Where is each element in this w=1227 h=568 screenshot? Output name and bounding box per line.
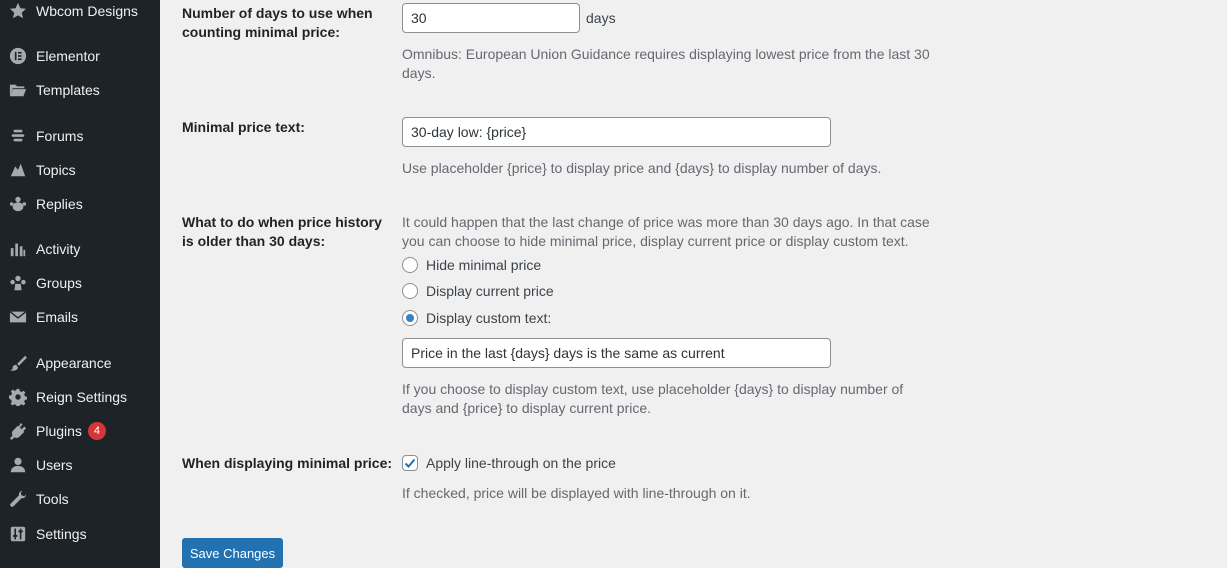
radio-hide-minimal-price[interactable]: Hide minimal price: [402, 255, 541, 275]
sidebar-item-label: Plugins: [36, 423, 82, 439]
line-through-checkbox[interactable]: [402, 455, 418, 471]
groups-icon: [8, 273, 28, 293]
gear-icon: [8, 387, 28, 407]
activity-icon: [8, 239, 28, 259]
user-icon: [8, 455, 28, 475]
wrench-icon: [8, 489, 28, 509]
sidebar-item-label: Replies: [36, 196, 83, 212]
sidebar-item-groups[interactable]: Groups: [0, 266, 160, 300]
star-icon: [8, 1, 28, 21]
line-through-description: If checked, price will be displayed with…: [402, 485, 751, 501]
radio-label: Hide minimal price: [426, 257, 542, 273]
sidebar-item-label: Forums: [36, 128, 84, 144]
sidebar-item-reign-settings[interactable]: Reign Settings: [0, 380, 160, 414]
line-through-label: When displaying minimal price:: [182, 455, 393, 471]
sidebar-item-label: Tools: [36, 491, 69, 507]
days-description: Omnibus: European Union Guidance require…: [402, 46, 930, 81]
sidebar-item-label: Emails: [36, 309, 79, 325]
sidebar-item-forums[interactable]: Forums: [0, 119, 160, 153]
sidebar-item-wbcom-designs[interactable]: Wbcom Designs: [0, 0, 160, 28]
sidebar-item-activity[interactable]: Activity: [0, 232, 160, 266]
checkmark-icon: [404, 458, 416, 468]
days-input[interactable]: [402, 3, 580, 33]
sidebar-item-label: Topics: [36, 162, 76, 178]
sidebar-item-users[interactable]: Users: [0, 448, 160, 482]
days-unit: days: [586, 10, 616, 26]
sidebar-item-label: Elementor: [36, 48, 100, 64]
sidebar-item-label: Wbcom Designs: [36, 3, 138, 19]
sidebar-item-elementor[interactable]: Elementor: [0, 39, 160, 73]
days-label: Number of days to use when counting mini…: [182, 5, 373, 40]
sidebar-item-label: Settings: [36, 526, 87, 542]
sidebar-item-label: Templates: [36, 82, 100, 98]
brush-icon: [8, 353, 28, 373]
sidebar-item-label: Activity: [36, 241, 81, 257]
radio-label: Display custom text:: [426, 310, 552, 326]
older-history-description: It could happen that the last change of …: [402, 214, 930, 249]
radio-button[interactable]: [402, 257, 418, 273]
checkbox-label: Apply line-through on the price: [426, 455, 616, 471]
sidebar-item-label: Groups: [36, 275, 82, 291]
save-changes-button[interactable]: Save Changes: [182, 538, 283, 568]
min-price-text-label: Minimal price text:: [182, 119, 305, 135]
radio-button[interactable]: [402, 283, 418, 299]
sidebar-item-appearance[interactable]: Appearance: [0, 346, 160, 380]
topics-icon: [8, 160, 28, 180]
sidebar-item-templates[interactable]: Templates: [0, 73, 160, 107]
older-history-label: What to do when price history is older t…: [182, 214, 382, 249]
line-through-checkbox-row[interactable]: Apply line-through on the price: [402, 453, 616, 473]
sidebar-item-replies[interactable]: Replies: [0, 187, 160, 221]
replies-icon: [8, 194, 28, 214]
sidebar-item-tools[interactable]: Tools: [0, 482, 160, 516]
elementor-icon: [8, 46, 28, 66]
plugins-update-badge: 4: [87, 422, 106, 440]
sidebar-item-emails[interactable]: Emails: [0, 300, 160, 334]
sidebar-item-settings[interactable]: Settings: [0, 517, 160, 551]
folder-icon: [8, 80, 28, 100]
min-price-text-input[interactable]: [402, 117, 831, 147]
sidebar-item-label: Reign Settings: [36, 389, 128, 405]
radio-button-selected[interactable]: [402, 310, 418, 326]
sidebar-item-plugins[interactable]: Plugins 4: [0, 414, 160, 448]
sidebar-item-topics[interactable]: Topics: [0, 153, 160, 187]
settings-icon: [8, 524, 28, 544]
email-icon: [8, 307, 28, 327]
custom-text-description: If you choose to display custom text, us…: [402, 381, 904, 416]
forums-icon: [8, 126, 28, 146]
min-price-text-description: Use placeholder {price} to display price…: [402, 160, 882, 176]
radio-display-custom-text[interactable]: Display custom text:: [402, 308, 551, 328]
sidebar-item-label: Users: [36, 457, 73, 473]
radio-display-current-price[interactable]: Display current price: [402, 281, 554, 301]
sidebar-item-label: Appearance: [36, 355, 112, 371]
radio-label: Display current price: [426, 283, 554, 299]
custom-text-input[interactable]: [402, 338, 831, 368]
plugin-icon: [8, 421, 28, 441]
admin-sidebar: Wbcom Designs Elementor Templates Forums…: [0, 0, 160, 568]
